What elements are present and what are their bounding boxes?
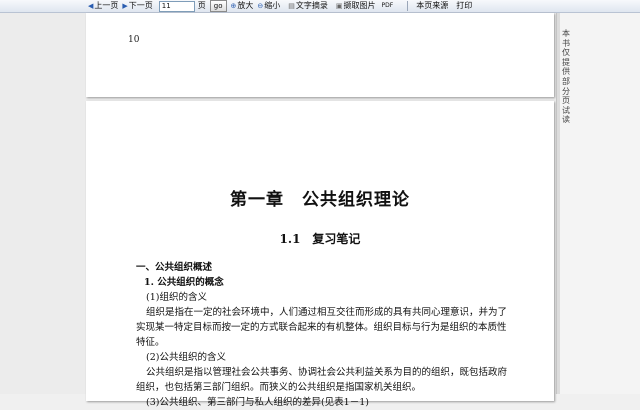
- capture-image-label: 撷取图片: [343, 1, 376, 10]
- go-button[interactable]: go: [209, 0, 227, 12]
- heading-line: 一、公共组织概述: [136, 262, 213, 273]
- item-line: (2)公共组织的含义: [146, 352, 226, 363]
- print-button[interactable]: 打印: [456, 0, 472, 12]
- item-line: (1)组织的含义: [146, 292, 207, 303]
- zoom-in-icon: ⊕: [230, 2, 237, 10]
- next-page-button[interactable]: ▶ 下一页: [122, 0, 152, 12]
- prev-page-label: 上一页: [94, 1, 119, 10]
- paragraph-line: 特征。: [136, 337, 165, 348]
- image-icon: ▣: [335, 2, 343, 10]
- next-page-label: 下一页: [128, 1, 153, 10]
- chapter-title: 第一章 公共组织理论: [230, 190, 410, 210]
- text-excerpt-label: 文字摘录: [295, 1, 328, 10]
- paragraph-line: 实现某一特定目标而按一定的方式联合起来的有机整体。组织目标与行为是组织的本质性: [136, 322, 507, 333]
- preview-notice: 本书仅提供部分页试读: [562, 29, 570, 125]
- section-title: 1.1 复习笔记: [279, 232, 361, 246]
- pdf-label: PDF: [381, 2, 394, 9]
- current-page: 第一章 公共组织理论 1.1 复习笔记 一、公共组织概述 1. 公共组织的概念 …: [86, 101, 554, 408]
- document-viewer: 10 第一章 公共组织理论 1.1 复习笔记 一、公共组织概述 1. 公共组织的…: [0, 13, 556, 408]
- paragraph-line: 组织是指在一定的社会环境中，人们通过相互交往而形成的具有共同心理意识，并为了: [146, 307, 508, 318]
- pdf-button[interactable]: PDF: [382, 0, 394, 12]
- capture-image-button[interactable]: ▣ 撷取图片: [336, 0, 376, 12]
- zoom-out-label: 缩小: [264, 1, 281, 10]
- paragraph-line: 公共组织是指以管理社会公共事务、协调社会公共利益关系为目的的组织，既包括政府: [146, 367, 508, 378]
- paragraph-line: 组织，也包括第三部门组织。而狭义的公共组织是指国家机关组织。: [136, 382, 422, 393]
- zoom-out-icon: ⊖: [257, 2, 264, 10]
- viewer-toolbar: ◀ 上一页 ▶ 下一页 11 页 go ⊕ 放大 ⊖ 缩小 ▤ 文字摘录 ▣ 撷…: [0, 0, 640, 13]
- toolbar-divider: [407, 1, 409, 11]
- previous-page: 10: [86, 13, 554, 97]
- page-source-button[interactable]: 本页来源: [416, 0, 448, 12]
- side-panel: 本书仅提供部分页试读: [560, 13, 640, 394]
- zoom-out-button[interactable]: ⊖ 缩小: [257, 0, 280, 12]
- text-excerpt-button[interactable]: ▤ 文字摘录: [288, 0, 328, 12]
- text-excerpt-icon: ▤: [288, 2, 295, 10]
- print-label: 打印: [456, 1, 473, 10]
- page-number-input[interactable]: 11: [158, 0, 195, 12]
- page-suffix-label: 页: [197, 1, 206, 10]
- zoom-in-button[interactable]: ⊕ 放大: [231, 0, 254, 12]
- prev-page-button[interactable]: ◀ 上一页: [88, 0, 118, 12]
- subheading-line: 1. 公共组织的概念: [144, 277, 224, 288]
- arrow-left-icon: ◀: [88, 2, 94, 10]
- body-text: 一、公共组织概述 1. 公共组织的概念 (1)组织的含义 组织是指在一定的社会环…: [136, 260, 536, 410]
- page-number: 10: [128, 35, 140, 45]
- arrow-right-icon: ▶: [122, 2, 128, 10]
- item-line: (3)公共组织、第三部门与私人组织的差异(见表1－1): [146, 397, 369, 408]
- page-source-label: 本页来源: [416, 1, 449, 10]
- zoom-in-label: 放大: [237, 1, 254, 10]
